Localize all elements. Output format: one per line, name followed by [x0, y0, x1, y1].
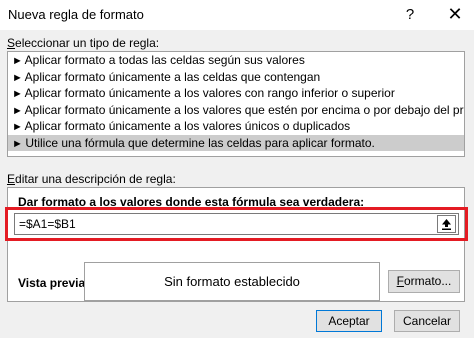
- preview-box: Sin formato establecido: [84, 262, 380, 301]
- collapse-arrow-icon: [442, 219, 451, 230]
- triangle-right-icon: ►: [12, 55, 23, 67]
- rule-type-item[interactable]: ► Aplicar formato a todas las celdas seg…: [8, 52, 464, 69]
- rule-type-label: Seleccionar un tipo de regla:: [7, 36, 159, 50]
- rule-type-item-label: Aplicar formato únicamente a los valores…: [24, 102, 464, 117]
- ok-button[interactable]: Aceptar: [316, 310, 382, 332]
- rule-type-item-label: Aplicar formato únicamente a las celdas …: [24, 69, 321, 84]
- preview-label: Vista previa:: [18, 276, 90, 290]
- rule-type-item[interactable]: ► Aplicar formato únicamente a los valor…: [8, 85, 464, 102]
- cancel-button[interactable]: Cancelar: [394, 310, 460, 332]
- help-button[interactable]: ?: [400, 5, 420, 25]
- format-button-mnemonic: F: [396, 274, 404, 288]
- rule-type-item[interactable]: ► Aplicar formato únicamente a los valor…: [8, 118, 464, 135]
- rule-type-label-mnemonic: S: [7, 36, 16, 50]
- rule-type-item-label: Aplicar formato únicamente a los valores…: [24, 86, 395, 100]
- rule-type-item-label: Aplicar formato únicamente a los valores…: [24, 119, 351, 133]
- close-button[interactable]: ✕: [445, 4, 465, 24]
- rule-type-item[interactable]: ► Aplicar formato únicamente a las celda…: [8, 69, 464, 86]
- rule-type-list[interactable]: ► Aplicar formato a todas las celdas seg…: [7, 51, 465, 157]
- rule-type-item-label: Aplicar formato a todas las celdas según…: [24, 53, 305, 67]
- format-button[interactable]: Formato...: [388, 270, 460, 293]
- rule-type-item[interactable]: ► Aplicar formato únicamente a los valor…: [8, 102, 464, 119]
- triangle-right-icon: ►: [12, 137, 23, 150]
- formula-input[interactable]: [14, 213, 459, 235]
- edit-description-text: ditar una descripción de regla:: [15, 172, 176, 186]
- triangle-right-icon: ►: [12, 104, 23, 117]
- format-button-label: ormato...: [403, 274, 452, 288]
- collapse-dialog-button[interactable]: [437, 215, 456, 233]
- rule-type-item-label: Utilice una fórmula que determine las ce…: [25, 135, 375, 150]
- rule-type-item-selected[interactable]: ► Utilice una fórmula que determine las …: [8, 134, 464, 151]
- dialog-title: Nueva regla de formato: [8, 7, 144, 22]
- edit-description-mnemonic: E: [7, 172, 16, 186]
- triangle-right-icon: ►: [12, 121, 23, 133]
- rule-type-label-text: eleccionar un tipo de regla:: [15, 36, 160, 50]
- triangle-right-icon: ►: [12, 88, 23, 100]
- edit-description-label: Editar una descripción de regla:: [7, 172, 176, 186]
- triangle-right-icon: ►: [12, 71, 23, 84]
